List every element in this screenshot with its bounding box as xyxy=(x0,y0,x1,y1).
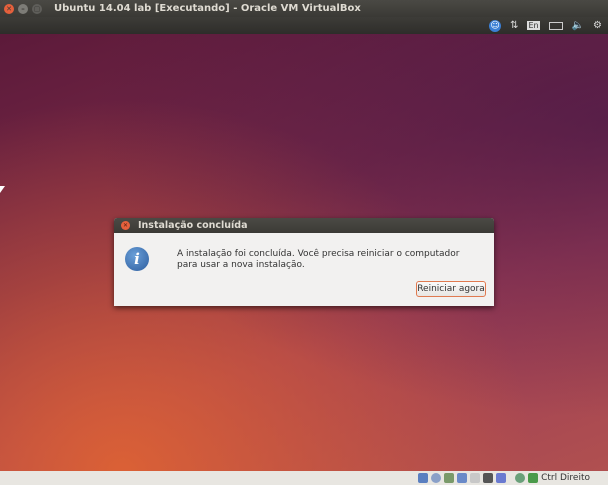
virtualbox-status-bar: Ctrl Direito xyxy=(0,471,608,485)
host-title-bar: ✕ – ▢ Ubuntu 14.04 lab [Executando] - Or… xyxy=(0,0,608,17)
guest-additions-icon[interactable] xyxy=(515,473,526,483)
guest-top-panel: ☺ ⇅ En 🔈 ⚙ xyxy=(0,17,608,34)
restart-now-button[interactable]: Reiniciar agora xyxy=(416,281,486,297)
installation-complete-dialog: ✕ Instalação concluída i A instalação fo… xyxy=(114,218,494,306)
dialog-title-bar: ✕ Instalação concluída xyxy=(114,218,494,233)
close-window-button[interactable]: ✕ xyxy=(4,3,14,14)
shared-folders-icon[interactable] xyxy=(483,473,494,483)
volume-icon[interactable]: 🔈 xyxy=(572,20,584,31)
host-key-label: Ctrl Direito xyxy=(541,473,590,483)
audio-icon[interactable] xyxy=(444,473,455,483)
dialog-message: A instalação foi concluída. Você precisa… xyxy=(177,249,460,270)
dialog-close-button[interactable]: ✕ xyxy=(121,221,130,230)
minimize-window-button[interactable]: – xyxy=(18,3,28,14)
info-icon: i xyxy=(125,247,149,271)
maximize-window-button[interactable]: ▢ xyxy=(32,3,42,14)
network-adapter-icon[interactable] xyxy=(457,473,468,483)
host-key-icon xyxy=(528,473,539,483)
network-icon[interactable]: ⇅ xyxy=(510,20,518,31)
gear-icon[interactable]: ⚙ xyxy=(593,20,602,31)
optical-drive-icon[interactable] xyxy=(431,473,442,483)
usb-icon[interactable] xyxy=(470,473,481,483)
keyboard-layout-indicator[interactable]: En xyxy=(527,21,540,30)
mouse-cursor-icon xyxy=(0,186,5,193)
video-capture-icon[interactable] xyxy=(496,473,507,483)
battery-icon[interactable] xyxy=(548,21,563,30)
window-title: Ubuntu 14.04 lab [Executando] - Oracle V… xyxy=(54,3,361,14)
hard-disk-icon[interactable] xyxy=(418,473,429,483)
accessibility-icon[interactable]: ☺ xyxy=(489,19,502,32)
dialog-title: Instalação concluída xyxy=(138,220,248,231)
